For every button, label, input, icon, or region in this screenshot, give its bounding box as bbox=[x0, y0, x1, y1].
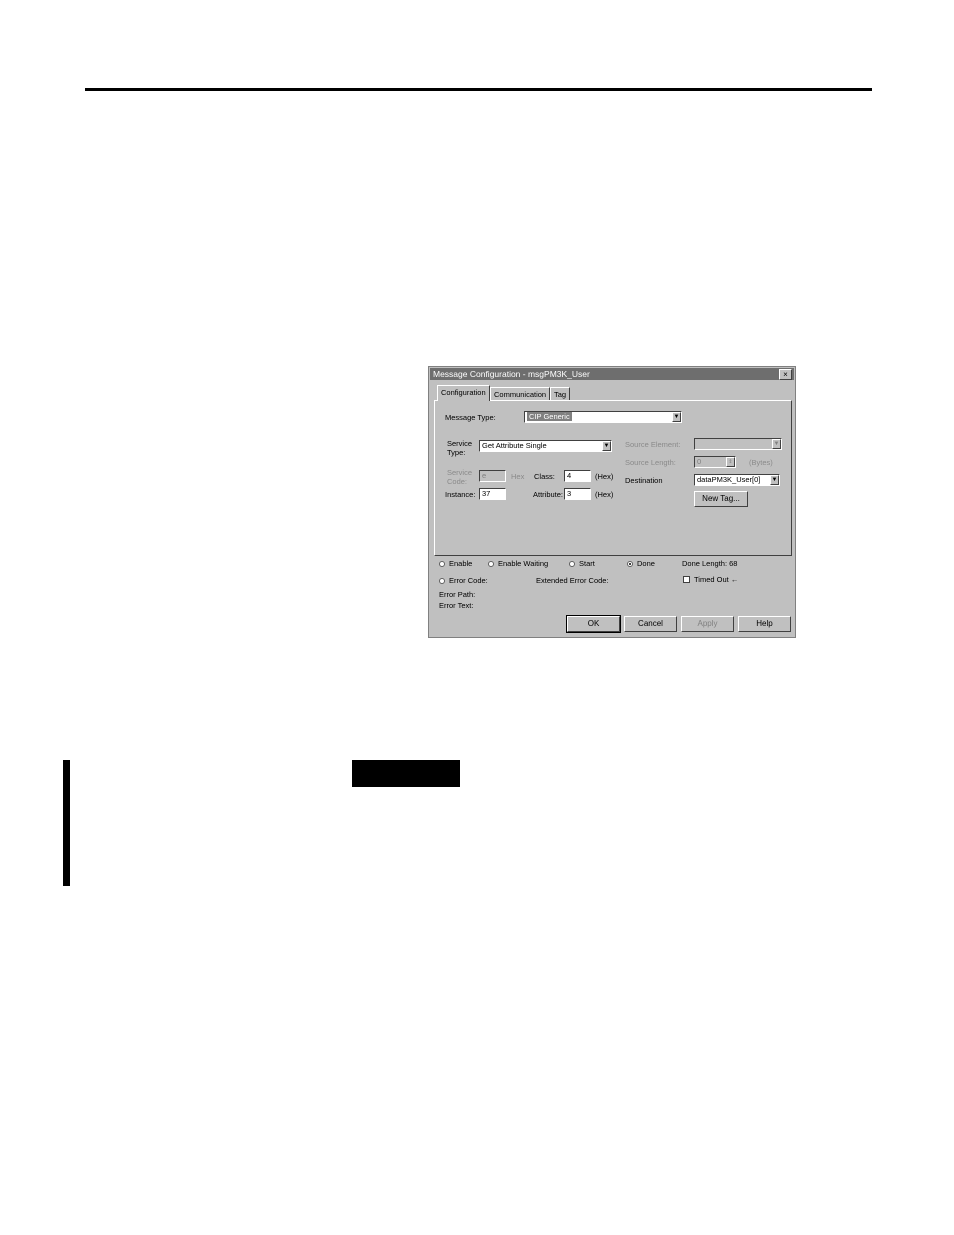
timed-out-checkbox[interactable] bbox=[683, 576, 690, 583]
destination-label: Destination bbox=[625, 476, 663, 485]
spinner-icon: ⇕ bbox=[726, 457, 735, 467]
tab-configuration[interactable]: Configuration bbox=[437, 385, 490, 401]
attribute-label: Attribute: bbox=[533, 490, 564, 499]
service-type-label-2: Type: bbox=[447, 448, 466, 457]
enable-radio bbox=[439, 561, 445, 567]
start-radio bbox=[569, 561, 575, 567]
message-type-value: CIP Generic bbox=[527, 412, 572, 421]
service-code-label-2: Code: bbox=[447, 477, 468, 486]
chevron-down-icon[interactable]: ▼ bbox=[672, 412, 681, 422]
chevron-down-icon[interactable]: ▼ bbox=[602, 441, 611, 451]
message-type-select[interactable]: CIP Generic ▼ bbox=[524, 411, 682, 423]
done-radio bbox=[627, 561, 633, 567]
instance-label: Instance: bbox=[445, 490, 476, 499]
error-code-radio bbox=[439, 578, 445, 584]
tab-communication[interactable]: Communication bbox=[490, 387, 551, 400]
service-code-label-1: Service bbox=[447, 468, 473, 477]
dialog-titlebar: Message Configuration - msgPM3K_User × bbox=[430, 368, 794, 380]
service-code-unit: Hex bbox=[511, 472, 525, 481]
change-bar bbox=[63, 760, 70, 886]
attribute-unit: (Hex) bbox=[595, 490, 614, 499]
source-element-label: Source Element: bbox=[625, 440, 681, 449]
label-box bbox=[352, 760, 460, 787]
chevron-down-icon: ▼ bbox=[772, 439, 781, 449]
enable-label: Enable bbox=[449, 559, 473, 568]
error-text-label: Error Text: bbox=[439, 601, 474, 610]
tab-tag[interactable]: Tag bbox=[550, 387, 571, 400]
new-tag-button[interactable]: New Tag... bbox=[694, 491, 748, 507]
timed-out-label: Timed Out ← bbox=[694, 575, 739, 584]
enable-waiting-radio bbox=[488, 561, 494, 567]
error-path-label: Error Path: bbox=[439, 590, 476, 599]
close-icon[interactable]: × bbox=[779, 369, 792, 380]
done-label: Done bbox=[637, 559, 655, 568]
done-length: Done Length: 68 bbox=[682, 559, 738, 568]
cancel-button[interactable]: Cancel bbox=[624, 616, 677, 632]
attribute-field[interactable]: 3 bbox=[564, 488, 591, 500]
error-code-label: Error Code: bbox=[449, 576, 488, 585]
service-type-value: Get Attribute Single bbox=[482, 441, 547, 450]
source-length-value: 0 bbox=[697, 457, 702, 466]
source-length-field: 0 ⇕ bbox=[694, 456, 736, 468]
source-length-unit: (Bytes) bbox=[749, 458, 773, 467]
extended-error-code-label: Extended Error Code: bbox=[536, 576, 609, 585]
class-label: Class: bbox=[534, 472, 555, 481]
help-button[interactable]: Help bbox=[738, 616, 791, 632]
destination-value: dataPM3K_User[0] bbox=[697, 475, 761, 484]
class-field[interactable]: 4 bbox=[564, 470, 591, 482]
destination-select[interactable]: dataPM3K_User[0] ▼ bbox=[694, 474, 780, 486]
service-type-select[interactable]: Get Attribute Single ▼ bbox=[479, 440, 612, 452]
message-type-label: Message Type: bbox=[445, 413, 496, 422]
source-length-label: Source Length: bbox=[625, 458, 676, 467]
service-type-label-1: Service bbox=[447, 439, 473, 448]
service-code-field: e bbox=[479, 470, 506, 482]
start-label: Start bbox=[579, 559, 595, 568]
class-unit: (Hex) bbox=[595, 472, 614, 481]
enable-waiting-label: Enable Waiting bbox=[498, 559, 549, 568]
ok-button[interactable]: OK bbox=[566, 615, 621, 633]
top-rule bbox=[85, 88, 872, 91]
apply-button[interactable]: Apply bbox=[681, 616, 734, 632]
source-element-select: ▼ bbox=[694, 438, 782, 450]
message-configuration-dialog: Message Configuration - msgPM3K_User × C… bbox=[428, 366, 796, 638]
dialog-title: Message Configuration - msgPM3K_User bbox=[433, 369, 590, 379]
instance-field[interactable]: 37 bbox=[479, 488, 506, 500]
chevron-down-icon[interactable]: ▼ bbox=[770, 475, 779, 485]
